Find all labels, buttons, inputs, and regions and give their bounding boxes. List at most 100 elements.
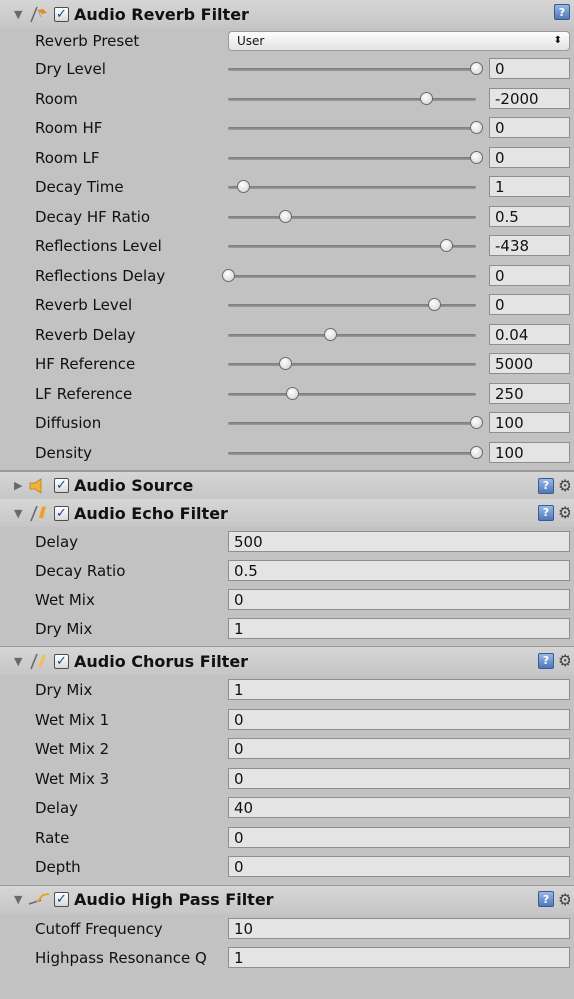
- value-field[interactable]: 0: [228, 856, 570, 877]
- chorus-enabled-checkbox[interactable]: ✓: [54, 653, 69, 669]
- slider-track[interactable]: [228, 445, 483, 459]
- slider-value-field[interactable]: 250: [489, 382, 570, 404]
- value-field[interactable]: 0: [228, 767, 570, 789]
- highpass-filter-header[interactable]: ▼ ✓ Audio High Pass Filter ? ⚙: [0, 885, 574, 914]
- fold-open-icon[interactable]: ▼: [14, 8, 26, 21]
- fold-open-icon[interactable]: ▼: [14, 507, 26, 520]
- inspector-panel: ▼ ✓ Audio Reverb Filter ? Reverb Preset …: [0, 0, 574, 972]
- slider-value-field[interactable]: 0: [489, 58, 570, 79]
- field-label: Wet Mix: [35, 591, 95, 609]
- slider-row-lf-reference: LF Reference 250: [0, 379, 574, 409]
- value-field[interactable]: 1: [228, 618, 570, 639]
- value-field[interactable]: 1: [228, 946, 570, 968]
- slider-knob[interactable]: [470, 62, 483, 75]
- slider-knob[interactable]: [279, 357, 293, 370]
- slider-value-field[interactable]: -438: [489, 235, 570, 256]
- chorus-row-wet-mix-2: Wet Mix 2 0: [0, 734, 574, 764]
- slider-value-field[interactable]: 0: [489, 146, 570, 168]
- reverb-preset-dropdown[interactable]: User ⬍: [228, 31, 570, 51]
- slider-knob[interactable]: [279, 209, 293, 223]
- dropdown-arrow-icon: ⬍: [553, 35, 562, 46]
- echo-enabled-checkbox[interactable]: ✓: [54, 505, 69, 521]
- field-label: Highpass Resonance Q: [35, 948, 207, 967]
- slider-label: Diffusion: [35, 414, 102, 432]
- slider-track[interactable]: [222, 268, 476, 282]
- highpass-row-cutoff-frequency: Cutoff Frequency 10: [0, 914, 574, 943]
- value-field[interactable]: 0: [228, 708, 570, 730]
- value-field[interactable]: 0: [228, 738, 570, 759]
- slider-knob[interactable]: [470, 150, 483, 164]
- slider-track[interactable]: [228, 150, 483, 164]
- gear-icon[interactable]: ⚙: [558, 890, 570, 909]
- echo-filter-header[interactable]: ▼ ✓ Audio Echo Filter ? ⚙: [0, 499, 574, 527]
- audio-source-header[interactable]: ▶ ✓ Audio Source ? ⚙: [0, 471, 574, 499]
- help-icon[interactable]: ?: [538, 477, 554, 494]
- slider-knob[interactable]: [470, 445, 483, 459]
- audio-source-enabled-checkbox[interactable]: ✓: [54, 478, 69, 493]
- slider-row-hf-reference: HF Reference 5000: [0, 349, 574, 379]
- slider-value-field[interactable]: 0: [489, 117, 570, 138]
- help-icon[interactable]: ?: [538, 652, 554, 669]
- reverb-filter-header[interactable]: ▼ ✓ Audio Reverb Filter ?: [0, 0, 574, 28]
- slider-label: Room HF: [35, 119, 103, 137]
- slider-knob[interactable]: [286, 386, 300, 400]
- slider-track[interactable]: [228, 209, 476, 223]
- slider-track[interactable]: [228, 239, 476, 252]
- slider-track[interactable]: [228, 298, 476, 311]
- value-field[interactable]: 0: [228, 589, 570, 610]
- slider-knob[interactable]: [470, 121, 483, 134]
- slider-value-field[interactable]: 0: [489, 264, 570, 286]
- slider-row-diffusion: Diffusion 100: [0, 408, 574, 438]
- help-icon[interactable]: ?: [538, 891, 554, 907]
- slider-value-field[interactable]: -2000: [489, 87, 570, 109]
- slider-track[interactable]: [228, 327, 476, 341]
- echo-row-delay: Delay 500: [0, 527, 574, 556]
- reverb-preset-label: Reverb Preset: [35, 32, 140, 50]
- slider-value-field[interactable]: 0.5: [489, 205, 570, 227]
- value-field[interactable]: 40: [228, 797, 570, 818]
- echo-row-wet-mix: Wet Mix 0: [0, 585, 574, 614]
- chorus-filter-title: Audio Chorus Filter: [74, 651, 249, 671]
- slider-knob[interactable]: [236, 180, 250, 193]
- gear-icon[interactable]: ⚙: [558, 503, 570, 522]
- slider-track[interactable]: [228, 91, 476, 105]
- value-field[interactable]: 10: [228, 917, 570, 939]
- slider-knob[interactable]: [470, 416, 483, 429]
- slider-track[interactable]: [228, 416, 483, 429]
- slider-knob[interactable]: [440, 239, 454, 252]
- value-field[interactable]: 0: [228, 826, 570, 848]
- chorus-filter-header[interactable]: ▼ ✓ Audio Chorus Filter ? ⚙: [0, 647, 574, 675]
- field-label: Decay Ratio: [35, 562, 126, 580]
- slider-track[interactable]: [228, 121, 483, 134]
- highpass-enabled-checkbox[interactable]: ✓: [54, 892, 69, 907]
- fold-open-icon[interactable]: ▼: [14, 655, 26, 668]
- fold-closed-icon[interactable]: ▶: [14, 479, 26, 492]
- help-icon[interactable]: ?: [554, 4, 570, 20]
- slider-track[interactable]: [228, 357, 476, 370]
- slider-knob[interactable]: [420, 91, 434, 105]
- gear-icon[interactable]: ⚙: [558, 476, 570, 495]
- slider-value-field[interactable]: 0.04: [489, 323, 570, 345]
- value-field[interactable]: 1: [228, 679, 570, 700]
- value-field[interactable]: 0.5: [228, 560, 570, 581]
- slider-track[interactable]: [228, 62, 483, 75]
- slider-value-field[interactable]: 1: [489, 176, 570, 197]
- field-label: Cutoff Frequency: [35, 919, 163, 938]
- slider-value-field[interactable]: 100: [489, 412, 570, 433]
- value-field[interactable]: 500: [228, 531, 570, 552]
- slider-row-room-hf: Room HF 0: [0, 113, 574, 143]
- slider-knob[interactable]: [323, 327, 337, 341]
- slider-label: Reflections Delay: [35, 266, 166, 285]
- field-label: Wet Mix 1: [35, 710, 110, 729]
- gear-icon[interactable]: ⚙: [558, 651, 570, 670]
- slider-value-field[interactable]: 5000: [489, 353, 570, 374]
- slider-knob[interactable]: [427, 298, 441, 311]
- slider-track[interactable]: [228, 386, 476, 400]
- slider-value-field[interactable]: 100: [489, 441, 570, 463]
- fold-open-icon[interactable]: ▼: [14, 893, 26, 906]
- reverb-enabled-checkbox[interactable]: ✓: [54, 6, 69, 22]
- help-icon[interactable]: ?: [538, 504, 554, 521]
- slider-knob[interactable]: [222, 268, 235, 282]
- slider-value-field[interactable]: 0: [489, 294, 570, 315]
- slider-track[interactable]: [228, 180, 476, 193]
